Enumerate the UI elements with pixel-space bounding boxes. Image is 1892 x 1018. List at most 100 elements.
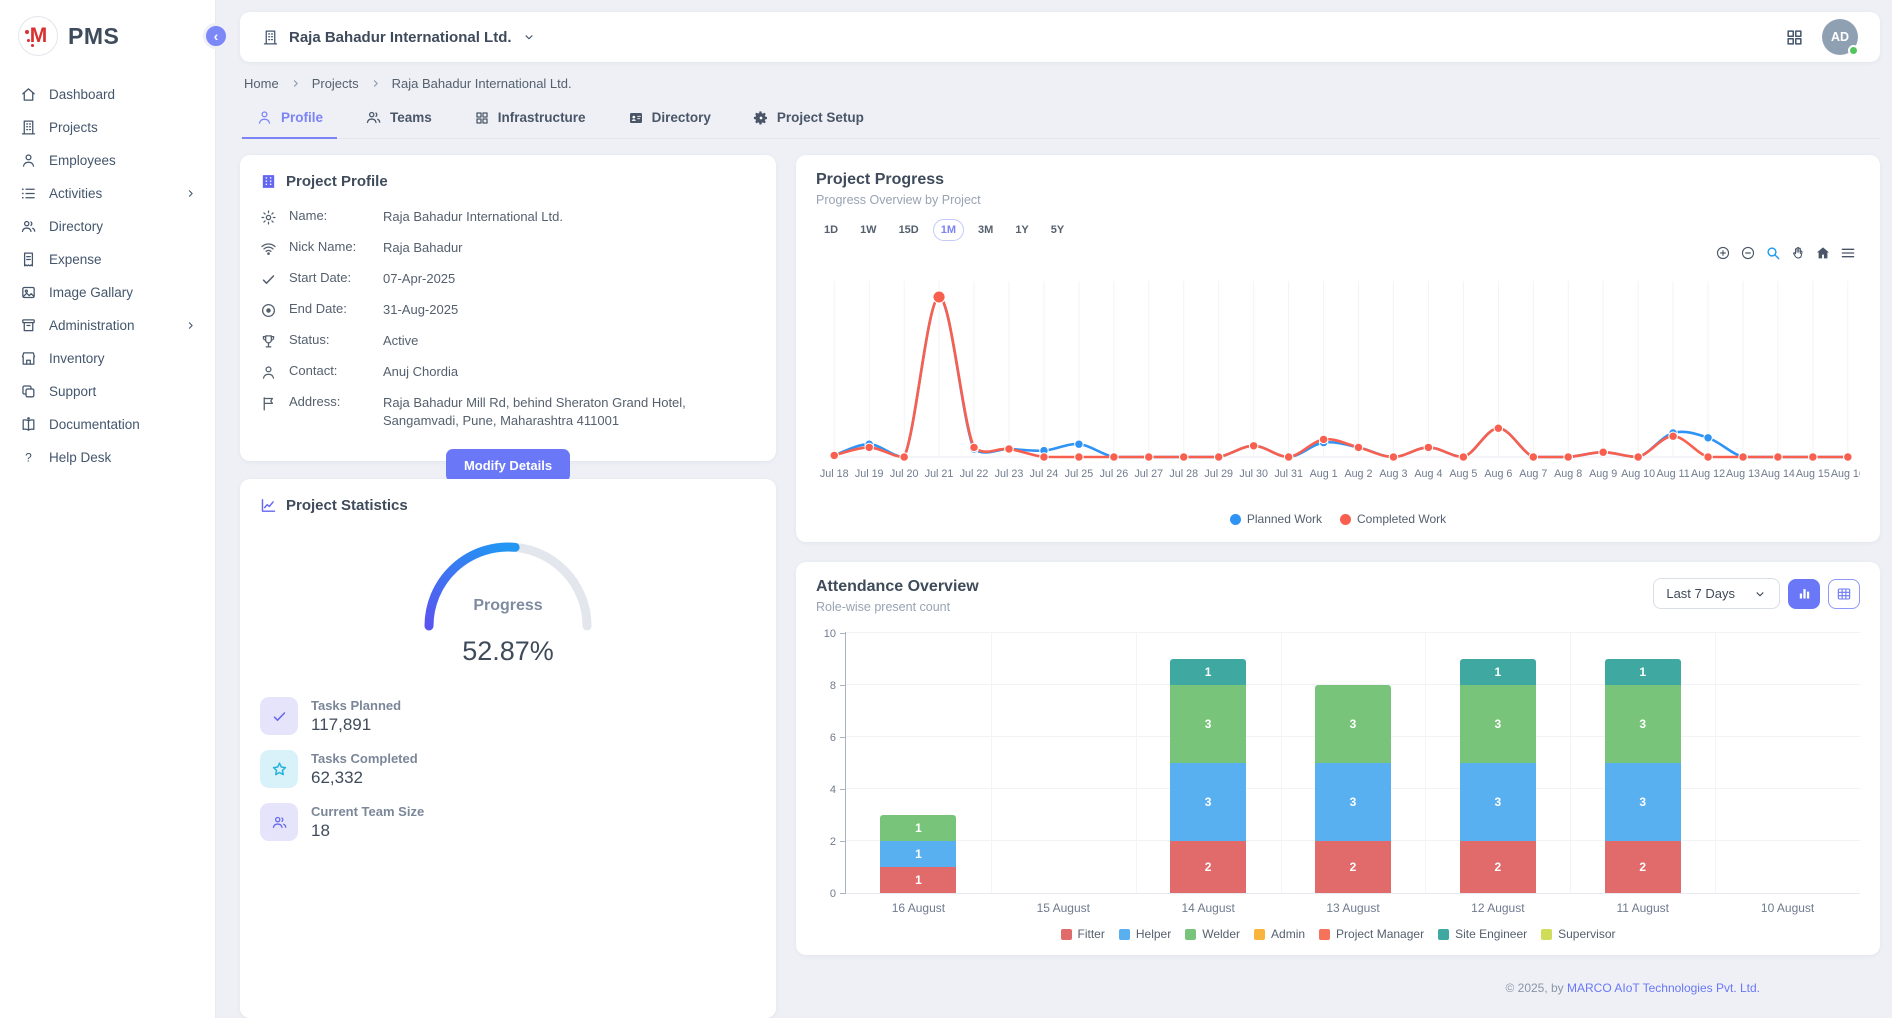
range-button-5y[interactable]: 5Y [1043, 219, 1072, 241]
gauge-arc: Progress [403, 526, 613, 630]
bar-11-august[interactable]: 2331 [1570, 632, 1715, 893]
legend-project-manager[interactable]: Project Manager [1319, 927, 1424, 941]
bar-chart-view-button[interactable] [1788, 579, 1820, 609]
sidebar-item-employees[interactable]: Employees [6, 144, 209, 177]
attendance-plot: 111233123323312331 [846, 632, 1860, 894]
svg-text:?: ? [25, 450, 32, 464]
legend-marker [1119, 929, 1130, 940]
legend-label: Site Engineer [1455, 927, 1527, 941]
range-buttons: 1D 1W 15D 1M 3M 1Y 5Y [816, 219, 1860, 241]
legend-supervisor[interactable]: Supervisor [1541, 927, 1615, 941]
legend-marker [1230, 514, 1241, 525]
tab-infrastructure[interactable]: Infrastructure [460, 99, 600, 139]
project-statistics-card: Project Statistics Progress 52.87% Tasks… [240, 479, 776, 1018]
sidebar-item-projects[interactable]: Projects [6, 111, 209, 144]
bar-14-august[interactable]: 2331 [1136, 632, 1281, 893]
range-button-1w[interactable]: 1W [852, 219, 885, 241]
apps-grid-icon[interactable] [1785, 28, 1804, 47]
tab-directory[interactable]: Directory [614, 99, 725, 139]
book-icon [20, 416, 37, 433]
image-icon [20, 284, 37, 301]
list-icon [20, 185, 37, 202]
range-button-3m[interactable]: 3M [970, 219, 1001, 241]
bar-16-august[interactable]: 111 [846, 632, 991, 893]
legend-helper[interactable]: Helper [1119, 927, 1171, 941]
sidebar-item-inventory[interactable]: Inventory [6, 342, 209, 375]
sidebar-item-documentation[interactable]: Documentation [6, 408, 209, 441]
logo-text: PMS [68, 23, 119, 50]
footer-company-link[interactable]: MARCO AIoT Technologies Pvt. Ltd. [1567, 981, 1760, 995]
sidebar-collapse-button[interactable]: ‹ [203, 23, 229, 49]
date-range-select[interactable]: Last 7 Days [1653, 578, 1780, 609]
zoom-out-icon[interactable] [1740, 243, 1756, 263]
breadcrumb: HomeProjectsRaja Bahadur International L… [240, 62, 1880, 99]
table-view-button[interactable] [1828, 579, 1860, 609]
x-tick-label: 15 August [991, 901, 1136, 915]
tab-profile[interactable]: Profile [242, 99, 337, 139]
tab-teams[interactable]: Teams [351, 99, 446, 139]
breadcrumb-item-projects[interactable]: Projects [312, 76, 359, 91]
stat-current-team-size: Current Team Size18 [260, 803, 756, 841]
bar-value-label: 3 [1350, 717, 1357, 731]
footer: © 2025, by MARCO AIoT Technologies Pvt. … [796, 975, 1880, 1003]
legend-fitter[interactable]: Fitter [1061, 927, 1105, 941]
sidebar-item-dashboard[interactable]: Dashboard [6, 78, 209, 111]
pan-icon[interactable] [1790, 243, 1806, 263]
legend-site-engineer[interactable]: Site Engineer [1438, 927, 1527, 941]
legend-marker [1438, 929, 1449, 940]
chevron-right-icon [369, 77, 382, 90]
menu-icon[interactable] [1840, 243, 1856, 263]
legend-admin[interactable]: Admin [1254, 927, 1305, 941]
org-switcher[interactable]: Raja Bahadur International Ltd. [262, 29, 536, 46]
sidebar-item-expense[interactable]: Expense [6, 243, 209, 276]
legend-planned-work[interactable]: Planned Work [1230, 512, 1322, 526]
reset-home-icon[interactable] [1815, 243, 1831, 263]
bar-12-august[interactable]: 2331 [1425, 632, 1570, 893]
date-range-value: Last 7 Days [1666, 586, 1735, 601]
x-tick-label: 14 August [1136, 901, 1281, 915]
svg-text:Progress: Progress [473, 597, 542, 614]
modify-details-button[interactable]: Modify Details [446, 449, 570, 482]
legend-marker [1319, 929, 1330, 940]
range-button-1m[interactable]: 1M [933, 219, 964, 241]
bar-segment-helper: 3 [1315, 763, 1391, 841]
check-icon [260, 271, 277, 288]
bar-15-august[interactable] [991, 632, 1136, 893]
sidebar-item-activities[interactable]: Activities [6, 177, 209, 210]
breadcrumb-item-home[interactable]: Home [244, 76, 279, 91]
stat-rows: Tasks Planned117,891Tasks Completed62,33… [260, 697, 756, 841]
sidebar-item-image-gallary[interactable]: Image Gallary [6, 276, 209, 309]
sidebar-item-support[interactable]: Support [6, 375, 209, 408]
range-button-1y[interactable]: 1Y [1007, 219, 1036, 241]
range-button-1d[interactable]: 1D [816, 219, 846, 241]
user-avatar[interactable]: AD [1822, 19, 1858, 55]
legend-completed-work[interactable]: Completed Work [1340, 512, 1446, 526]
field-label: End Date: [289, 301, 371, 316]
y-tick-label: 10 [824, 628, 836, 640]
sidebar-item-help-desk[interactable]: ?Help Desk [6, 441, 209, 474]
bar-segment-helper: 3 [1605, 763, 1681, 841]
bar-13-august[interactable]: 233 [1281, 632, 1426, 893]
line-chart[interactable]: Jul 18Jul 19Jul 20Jul 21Jul 22Jul 23Jul … [816, 263, 1860, 510]
selection-zoom-icon[interactable] [1765, 243, 1781, 263]
help-icon: ? [20, 449, 37, 466]
legend-welder[interactable]: Welder [1185, 927, 1240, 941]
logo[interactable]: M PMS [0, 10, 215, 70]
bar-chart[interactable]: 0246810 111233123323312331 [816, 632, 1860, 894]
bar-segment-helper: 3 [1170, 763, 1246, 841]
tab-project-setup[interactable]: Project Setup [739, 99, 878, 139]
avatar-initials: AD [1831, 30, 1849, 44]
tab-label: Profile [281, 110, 323, 125]
range-button-15d[interactable]: 15D [891, 219, 927, 241]
bar-10-august[interactable] [1715, 632, 1860, 893]
zoom-in-icon[interactable] [1715, 243, 1731, 263]
sidebar-item-label: Dashboard [49, 87, 197, 102]
sidebar-item-directory[interactable]: Directory [6, 210, 209, 243]
stat-label: Current Team Size [311, 804, 424, 819]
y-tick-label: 8 [830, 680, 836, 692]
field-value: Raja Bahadur [383, 239, 463, 257]
sidebar-item-administration[interactable]: Administration [6, 309, 209, 342]
people-icon [260, 803, 298, 841]
svg-text:Aug 4: Aug 4 [1414, 468, 1442, 480]
legend-label: Supervisor [1558, 927, 1615, 941]
